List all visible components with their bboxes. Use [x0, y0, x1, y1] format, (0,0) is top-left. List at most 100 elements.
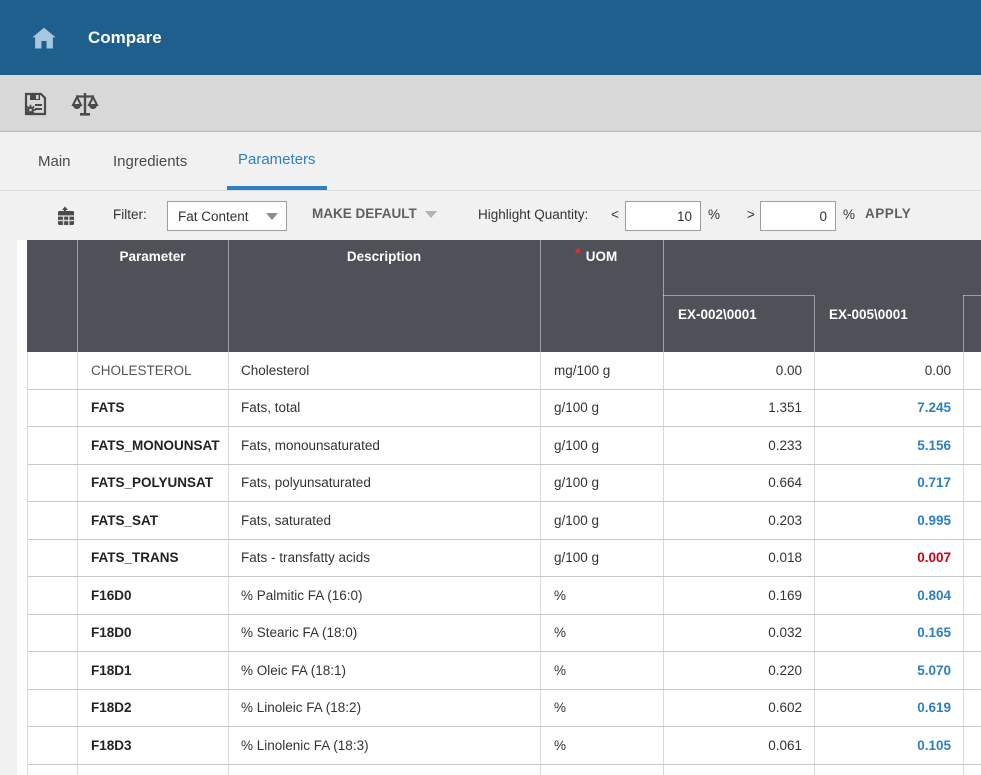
make-default-label: MAKE DEFAULT — [312, 206, 417, 221]
ex002-value-cell — [664, 765, 815, 775]
description-cell: Fats, total — [229, 390, 541, 427]
divider — [963, 295, 964, 352]
page-title: Compare — [88, 28, 162, 48]
uom-cell: % — [541, 727, 664, 764]
ex005-value-cell: 0.165 — [815, 615, 964, 652]
parameter-cell — [78, 765, 229, 775]
table-row[interactable]: F16D0 % Palmitic FA (16:0) % 0.169 0.804 — [27, 577, 981, 615]
tab-ingredients[interactable]: Ingredients — [102, 132, 198, 190]
divider — [814, 295, 815, 352]
less-than-input[interactable] — [625, 201, 701, 231]
uom-cell: % — [541, 652, 664, 689]
uom-cell: % — [541, 690, 664, 727]
parameter-cell: F16D0 — [78, 577, 229, 614]
ex002-value-cell: 0.061 — [664, 727, 815, 764]
table-row[interactable]: FATS_POLYUNSAT Fats, polyunsaturated g/1… — [27, 465, 981, 503]
parameter-cell: F18D1 — [78, 652, 229, 689]
row-gutter-cell — [28, 615, 78, 652]
parameter-cell: FATS — [78, 390, 229, 427]
parameter-cell: FATS_TRANS — [78, 540, 229, 577]
tab-main[interactable]: Main — [27, 132, 82, 190]
table-row[interactable]: FATS Fats, total g/100 g 1.351 7.245 — [27, 390, 981, 428]
overflow-cell — [964, 652, 981, 689]
uom-cell: g/100 g — [541, 465, 664, 502]
ex002-value-cell: 1.351 — [664, 390, 815, 427]
ex002-value-cell: 0.233 — [664, 427, 815, 464]
tab-parameters[interactable]: Parameters — [227, 132, 327, 190]
divider — [663, 240, 664, 352]
app-bar: Compare — [0, 0, 981, 75]
overflow-cell — [964, 465, 981, 502]
parameter-cell: FATS_SAT — [78, 502, 229, 539]
filter-dropdown[interactable]: Fat Content — [167, 201, 287, 231]
ex005-value-cell: 0.804 — [815, 577, 964, 614]
table-row[interactable]: CHOLESTEROL Cholesterol mg/100 g 0.00 0.… — [27, 352, 981, 390]
table-row[interactable]: F18D3 % Linolenic FA (18:3) % 0.061 0.10… — [27, 727, 981, 765]
overflow-cell — [964, 540, 981, 577]
ex005-value-cell: 0.007 — [815, 540, 964, 577]
row-gutter-cell — [28, 352, 78, 389]
home-icon[interactable] — [30, 24, 58, 52]
table-row[interactable]: FATS_MONOUNSAT Fats, monounsaturated g/1… — [27, 427, 981, 465]
uom-cell: % — [541, 615, 664, 652]
ex005-value-cell: 0.619 — [815, 690, 964, 727]
description-cell: % Palmitic FA (16:0) — [229, 577, 541, 614]
filter-bar: Filter: Fat Content MAKE DEFAULT Highlig… — [0, 190, 981, 240]
divider — [663, 295, 814, 296]
table-row[interactable]: F18D2 % Linoleic FA (18:2) % 0.602 0.619 — [27, 690, 981, 728]
save-settings-icon[interactable] — [20, 89, 50, 119]
parameter-cell: F18D3 — [78, 727, 229, 764]
overflow-cell — [964, 427, 981, 464]
column-header-uom: UOM — [540, 249, 663, 264]
ex002-value-cell: 0.018 — [664, 540, 815, 577]
apply-button[interactable]: APPLY — [865, 206, 911, 221]
row-gutter-cell — [28, 727, 78, 764]
description-cell — [229, 765, 541, 775]
description-cell: Fats, polyunsaturated — [229, 465, 541, 502]
grid-icon[interactable] — [54, 204, 78, 228]
greater-than-input[interactable] — [760, 201, 836, 231]
table-row[interactable] — [27, 765, 981, 775]
table-row[interactable]: FATS_SAT Fats, saturated g/100 g 0.203 0… — [27, 502, 981, 540]
row-gutter-cell — [28, 540, 78, 577]
greater-than-symbol: > — [747, 207, 755, 222]
toolbar — [0, 75, 981, 132]
table-row[interactable]: F18D0 % Stearic FA (18:0) % 0.032 0.165 — [27, 615, 981, 653]
make-default-button[interactable]: MAKE DEFAULT — [312, 206, 437, 221]
parameter-cell: F18D2 — [78, 690, 229, 727]
comparison-table-card: Parameter Description * UOM EX-002\0001 … — [17, 240, 981, 775]
row-gutter-cell — [28, 502, 78, 539]
overflow-cell — [964, 727, 981, 764]
divider — [963, 295, 981, 296]
table-row[interactable]: FATS_TRANS Fats - transfatty acids g/100… — [27, 540, 981, 578]
row-gutter-cell — [28, 765, 78, 775]
highlight-quantity-label: Highlight Quantity: — [478, 207, 588, 222]
ex005-value-cell: 0.995 — [815, 502, 964, 539]
less-than-symbol: < — [611, 207, 619, 222]
row-gutter-cell — [28, 690, 78, 727]
ex005-value-cell: 0.717 — [815, 465, 964, 502]
ex005-value-cell: 5.070 — [815, 652, 964, 689]
description-cell: Cholesterol — [229, 352, 541, 389]
uom-cell: g/100 g — [541, 502, 664, 539]
parameter-cell: FATS_MONOUNSAT — [78, 427, 229, 464]
overflow-cell — [964, 577, 981, 614]
ex002-value-cell: 0.169 — [664, 577, 815, 614]
ex002-value-cell: 0.032 — [664, 615, 815, 652]
description-cell: Fats - transfatty acids — [229, 540, 541, 577]
filter-label: Filter: — [113, 207, 147, 222]
parameters-table: Parameter Description * UOM EX-002\0001 … — [27, 240, 981, 775]
overflow-cell — [964, 690, 981, 727]
row-gutter-cell — [28, 427, 78, 464]
parameter-cell: CHOLESTEROL — [78, 352, 229, 389]
description-cell: Fats, saturated — [229, 502, 541, 539]
table-row[interactable]: F18D1 % Oleic FA (18:1) % 0.220 5.070 — [27, 652, 981, 690]
description-cell: Fats, monounsaturated — [229, 427, 541, 464]
balance-icon[interactable] — [70, 89, 100, 119]
chevron-down-icon — [425, 211, 437, 218]
tab-bar: Main Ingredients Parameters — [0, 132, 981, 190]
row-gutter-cell — [28, 390, 78, 427]
parameter-cell: FATS_POLYUNSAT — [78, 465, 229, 502]
column-header-ex005: EX-005\0001 — [829, 307, 908, 322]
chevron-down-icon — [266, 213, 278, 220]
